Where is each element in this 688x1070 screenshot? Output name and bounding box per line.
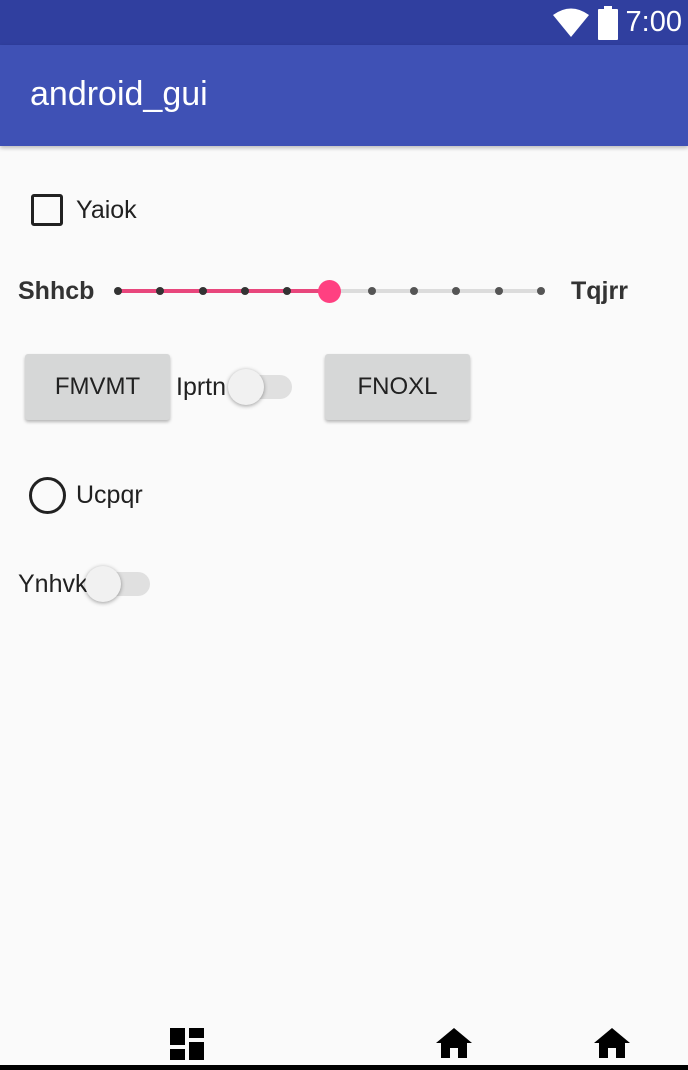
home-icon[interactable] bbox=[594, 1028, 630, 1058]
slider-tick bbox=[198, 287, 207, 295]
slider-fill bbox=[118, 289, 330, 293]
app-bar: android_gui bbox=[0, 45, 688, 146]
slider-tick bbox=[410, 287, 419, 295]
slider-tick bbox=[156, 287, 165, 295]
slider-tick bbox=[240, 287, 249, 295]
switch-iprtn[interactable] bbox=[228, 369, 264, 405]
switch-label-ynhvk: Ynhvk bbox=[18, 570, 88, 598]
slider-min-label: Shhcb bbox=[18, 277, 95, 305]
navigation-bar-line bbox=[0, 1065, 688, 1070]
checkbox-label: Yaiok bbox=[76, 195, 137, 224]
slider-tick bbox=[537, 287, 545, 295]
navigation-bar bbox=[0, 1015, 688, 1070]
slider-tick bbox=[283, 287, 292, 295]
dashboard-icon[interactable] bbox=[170, 1028, 204, 1060]
radio-label: Ucpqr bbox=[76, 481, 143, 509]
slider-thumb[interactable] bbox=[318, 280, 341, 303]
status-time: 7:00 bbox=[625, 6, 682, 38]
slider-tick bbox=[367, 287, 376, 295]
slider-max-label: Tqjrr bbox=[571, 277, 628, 305]
radio-ucpqr[interactable]: Ucpqr bbox=[29, 477, 143, 514]
status-bar: 7:00 bbox=[0, 0, 688, 45]
slider-tick bbox=[494, 287, 503, 295]
radio-circle[interactable] bbox=[29, 477, 66, 514]
wifi-icon bbox=[552, 8, 589, 37]
slider-row: Shhcb Tqjrr bbox=[0, 270, 688, 312]
checkbox-yaiok[interactable]: Yaiok bbox=[31, 194, 137, 226]
app-title: android_gui bbox=[30, 75, 208, 113]
battery-icon bbox=[597, 5, 618, 40]
fnoxl-button[interactable]: FNOXL bbox=[325, 354, 470, 420]
switch-label-iprtn: Iprtn bbox=[176, 373, 227, 401]
checkbox-box[interactable] bbox=[31, 194, 63, 226]
slider-tick bbox=[452, 287, 461, 295]
home-icon[interactable] bbox=[436, 1028, 472, 1058]
slider-tick bbox=[114, 287, 122, 295]
switch-ynhvk[interactable] bbox=[85, 566, 121, 602]
status-icons: 7:00 bbox=[552, 0, 682, 45]
fmvmt-button[interactable]: FMVMT bbox=[25, 354, 170, 420]
